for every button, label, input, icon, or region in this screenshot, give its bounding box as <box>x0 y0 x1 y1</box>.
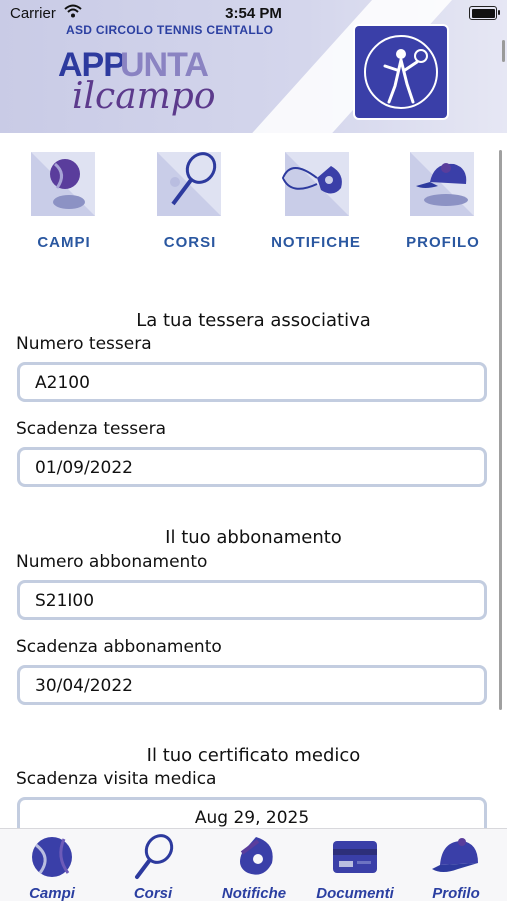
section-title-certificato: Il tuo certificato medico <box>146 745 361 766</box>
label-scadenza-tessera: Scadenza tessera <box>16 419 167 439</box>
club-badge-logo <box>355 26 447 118</box>
top-nav-profilo[interactable]: PROFILO <box>393 148 493 251</box>
cap-icon <box>408 148 478 220</box>
bottom-tab-bar: Campi Corsi Notifiche Documenti Profilo <box>0 828 507 902</box>
tab-campi[interactable]: Campi <box>2 833 102 902</box>
scroll-indicator[interactable] <box>499 150 502 710</box>
app-header: Carrier 3:54 PM ASD CIRCOLO TENNIS CENTA… <box>0 0 507 133</box>
racket-icon <box>155 148 225 220</box>
header-scroll-indicator <box>502 40 505 62</box>
whistle-icon <box>228 833 280 881</box>
top-nav-notifiche[interactable]: NOTIFICHE <box>266 148 366 251</box>
top-nav-label: NOTIFICHE <box>271 234 361 251</box>
tab-documenti[interactable]: Documenti <box>305 833 405 902</box>
tennis-ball-icon <box>29 148 99 220</box>
top-nav-label: PROFILO <box>406 234 480 251</box>
logo-ilcampo-text: ilcampo <box>72 76 216 117</box>
top-icon-nav: CAMPI CORSI NOTIFICHE PROFILO <box>0 148 507 263</box>
tab-label: Documenti <box>316 885 394 902</box>
tab-corsi[interactable]: Corsi <box>103 833 203 902</box>
battery-icon <box>469 6 500 20</box>
tab-notifiche[interactable]: Notifiche <box>204 833 304 902</box>
numero-abbonamento-field[interactable]: S21I00 <box>17 580 487 620</box>
cap-icon <box>430 833 482 881</box>
app-logo: APP UNTA ilcampo <box>58 40 248 130</box>
top-nav-label: CORSI <box>163 234 217 251</box>
top-nav-label: CAMPI <box>37 234 91 251</box>
label-numero-abbonamento: Numero abbonamento <box>16 552 208 572</box>
section-title-tessera: La tua tessera associativa <box>136 310 371 331</box>
label-scadenza-visita: Scadenza visita medica <box>16 769 217 789</box>
tab-label: Profilo <box>432 885 480 902</box>
numero-tessera-field[interactable]: A2100 <box>17 362 487 402</box>
tab-label: Campi <box>29 885 75 902</box>
tab-label: Corsi <box>133 885 173 902</box>
tennis-ball-icon <box>26 833 78 881</box>
racket-icon <box>127 833 179 881</box>
clock: 3:54 PM <box>225 5 282 22</box>
scadenza-abbonamento-field[interactable]: 30/04/2022 <box>17 665 487 705</box>
whistle-icon <box>281 148 351 220</box>
card-icon <box>329 833 381 881</box>
tab-label: Notifiche <box>221 885 287 902</box>
label-scadenza-abbonamento: Scadenza abbonamento <box>16 637 222 657</box>
tab-profilo[interactable]: Profilo <box>406 833 506 902</box>
top-nav-campi[interactable]: CAMPI <box>14 148 114 251</box>
club-name: ASD CIRCOLO TENNIS CENTALLO <box>66 23 274 37</box>
section-title-abbonamento: Il tuo abbonamento <box>165 527 342 548</box>
top-nav-corsi[interactable]: CORSI <box>140 148 240 251</box>
scadenza-tessera-field[interactable]: 01/09/2022 <box>17 447 487 487</box>
label-numero-tessera: Numero tessera <box>16 334 152 354</box>
